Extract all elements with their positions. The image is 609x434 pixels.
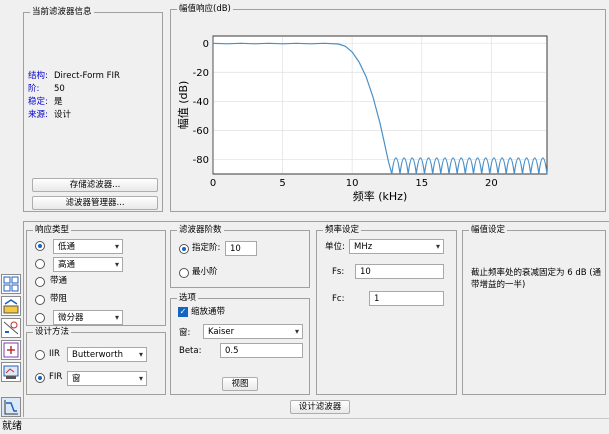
order-value: 50: [54, 84, 65, 94]
realize-model-tool-icon[interactable]: [1, 362, 21, 382]
chevron-down-icon: ▾: [435, 242, 440, 251]
magnitude-spec-text: 截止频率处的衰减固定为 6 dB (通带增益的一半): [471, 268, 602, 290]
y-tick-label: -20: [193, 68, 209, 79]
y-tick-label: -40: [193, 97, 209, 108]
bandpass-radio[interactable]: [35, 277, 45, 287]
view-button[interactable]: 视图: [222, 377, 258, 391]
status-bar: 就绪: [0, 418, 609, 434]
differentiator-select[interactable]: 微分器 ▾: [53, 310, 123, 325]
pole-zero-tool-icon[interactable]: [1, 318, 21, 338]
lowpass-select-value: 低通: [58, 242, 76, 252]
response-type-group: 响应类型 低通 ▾ 高通 ▾ 带通 带阻 微分器 ▾: [26, 225, 166, 326]
minimum-order-radio[interactable]: [179, 268, 189, 278]
lowpass-radio[interactable]: [35, 241, 45, 251]
bandstop-label: 带阻: [50, 294, 68, 304]
window-select[interactable]: Kaiser ▾: [203, 324, 303, 339]
design-method-title: 设计方法: [33, 327, 72, 338]
order-input[interactable]: 10: [225, 241, 257, 256]
fir-radio[interactable]: [35, 373, 45, 383]
fc-label: Fc:: [332, 294, 345, 304]
options-group: 选项 ✓ 缩放通带 窗: Kaiser ▾ Beta: 0.5 视图: [170, 293, 310, 395]
options-title: 选项: [177, 293, 199, 304]
source-label: 来源:: [28, 110, 48, 120]
specify-order-radio[interactable]: [179, 244, 189, 254]
filter-info-panel: 当前滤波器信息 结构: Direct-Form FIR 阶: 50 稳定: 是 …: [23, 7, 163, 212]
filter-info-title: 当前滤波器信息: [30, 7, 94, 18]
order-label: 阶:: [28, 84, 40, 94]
y-axis-label: 幅值 (dB): [177, 81, 190, 130]
fc-input[interactable]: 1: [369, 291, 444, 306]
fir-select-value: 窗: [72, 374, 81, 384]
y-tick-label: -60: [193, 126, 209, 137]
beta-label: Beta:: [179, 346, 202, 356]
design-filter-tool-icon[interactable]: [1, 397, 21, 417]
beta-input[interactable]: 0.5: [220, 343, 303, 358]
chevron-down-icon: ▾: [114, 313, 119, 322]
x-tick-label: 10: [346, 178, 359, 189]
units-select[interactable]: MHz ▾: [349, 239, 444, 254]
structure-label: 结构:: [28, 71, 48, 81]
units-label: 单位:: [325, 242, 345, 252]
structure-value: Direct-Form FIR: [54, 71, 120, 81]
stable-label: 稳定:: [28, 97, 48, 107]
import-tool-icon[interactable]: [1, 340, 21, 360]
source-value: 设计: [54, 110, 72, 120]
frequency-spec-group: 频率设定 单位: MHz ▾ Fs: 10 Fc: 1: [316, 225, 457, 395]
response-type-title: 响应类型: [33, 225, 72, 236]
highpass-select-value: 高通: [58, 260, 76, 270]
specify-order-label: 指定阶:: [192, 243, 221, 253]
frequency-spec-title: 频率设定: [323, 225, 362, 236]
x-axis-label: 频率 (kHz): [353, 189, 408, 203]
window-label: 窗:: [179, 328, 191, 338]
chevron-down-icon: ▾: [294, 327, 299, 336]
x-tick-label: 0: [210, 178, 216, 189]
highpass-select[interactable]: 高通 ▾: [53, 257, 123, 272]
iir-radio[interactable]: [35, 350, 45, 360]
status-text: 就绪: [2, 421, 22, 432]
design-method-group: 设计方法 IIR Butterworth ▾ FIR 窗 ▾: [26, 327, 166, 395]
highpass-radio[interactable]: [35, 259, 45, 269]
scale-passband-label: 缩放通带: [191, 307, 226, 317]
chevron-down-icon: ▾: [138, 374, 143, 383]
fir-select[interactable]: 窗 ▾: [67, 371, 147, 386]
x-tick-label: 15: [415, 178, 428, 189]
filter-manager-button[interactable]: 滤波器管理器...: [32, 196, 158, 210]
chevron-down-icon: ▾: [114, 260, 119, 269]
magnitude-spec-group: 幅值设定 截止频率处的衰减固定为 6 dB (通带增益的一半): [462, 225, 606, 395]
fir-label: FIR: [49, 372, 63, 382]
scale-passband-checkbox[interactable]: ✓: [178, 307, 188, 317]
fs-input[interactable]: 10: [355, 264, 444, 279]
transform-tool-icon[interactable]: [1, 296, 21, 316]
design-filter-button[interactable]: 设计滤波器: [290, 400, 350, 414]
units-select-value: MHz: [354, 242, 373, 252]
filter-order-title: 滤波器阶数: [177, 225, 224, 236]
iir-select[interactable]: Butterworth ▾: [67, 347, 147, 362]
lowpass-select[interactable]: 低通 ▾: [53, 239, 123, 254]
filter-design-tool-icon[interactable]: [1, 274, 21, 294]
bandpass-label: 带通: [50, 276, 68, 286]
plot-area: [212, 35, 548, 175]
differentiator-select-value: 微分器: [58, 313, 84, 323]
x-tick-label: 20: [485, 178, 498, 189]
x-tick-label: 5: [279, 178, 285, 189]
magnitude-spec-title: 幅值设定: [469, 225, 508, 236]
store-filter-button[interactable]: 存储滤波器...: [32, 178, 158, 192]
differentiator-radio[interactable]: [35, 313, 45, 323]
filter-order-group: 滤波器阶数 指定阶: 10 最小阶: [170, 225, 310, 288]
stable-value: 是: [54, 97, 63, 107]
iir-select-value: Butterworth: [72, 350, 123, 360]
y-tick-label: 0: [203, 39, 209, 50]
iir-label: IIR: [49, 349, 60, 359]
window-select-value: Kaiser: [208, 327, 235, 337]
y-tick-label: -80: [193, 155, 209, 166]
magnitude-response-chart: 0 5 10 15 20 0 -20 -40 -60 -80 频率 (kHz) 幅值 (dB): [177, 35, 548, 203]
chevron-down-icon: ▾: [114, 242, 119, 251]
bandstop-radio[interactable]: [35, 295, 45, 305]
minimum-order-label: 最小阶: [192, 267, 218, 277]
chevron-down-icon: ▾: [138, 350, 143, 359]
fs-label: Fs:: [332, 267, 345, 277]
